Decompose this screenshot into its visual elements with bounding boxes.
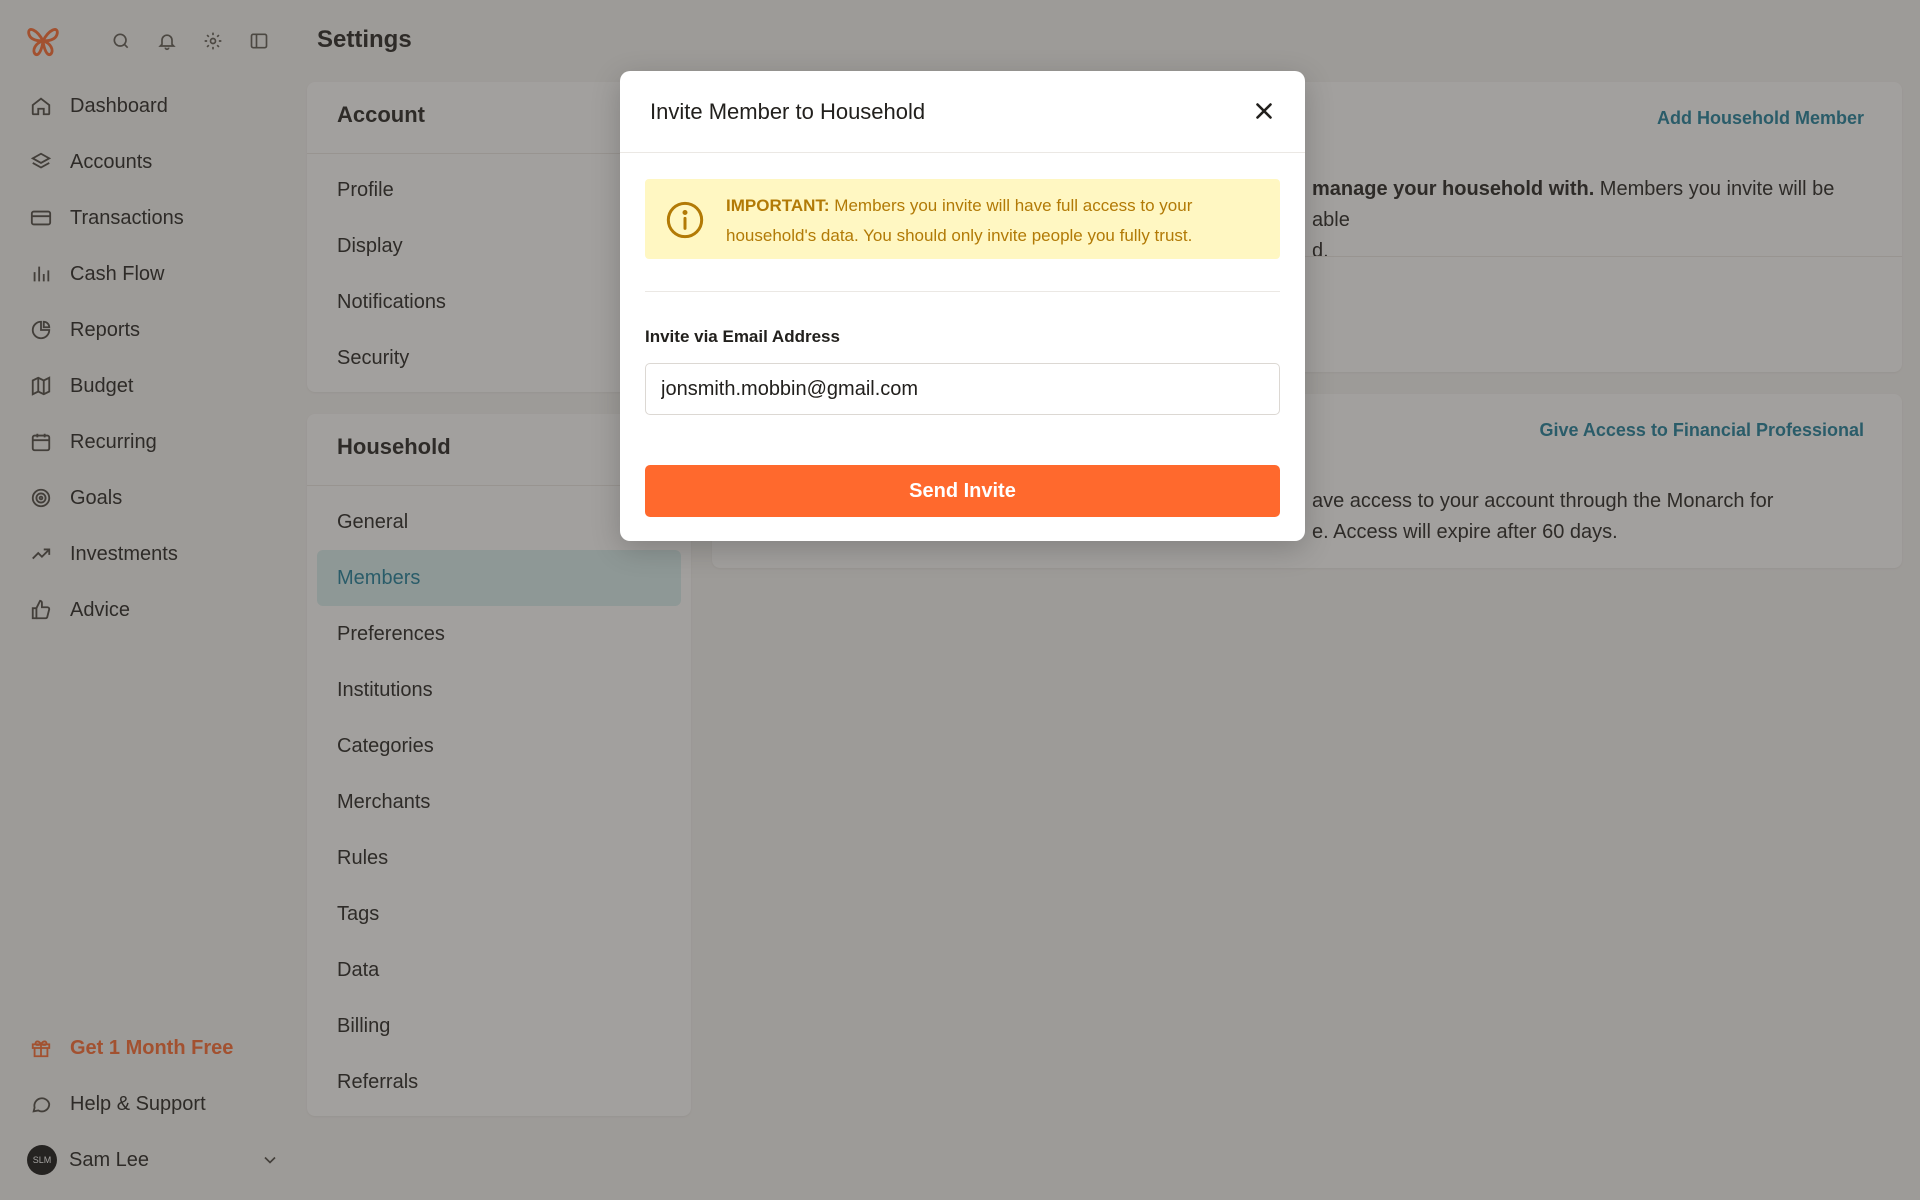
send-invite-button[interactable]: Send Invite: [645, 465, 1280, 517]
modal-title: Invite Member to Household: [650, 99, 926, 124]
email-field-label: Invite via Email Address: [645, 327, 840, 346]
info-circle-icon: [666, 201, 704, 239]
email-field[interactable]: [645, 363, 1280, 415]
modal-divider: [645, 291, 1280, 292]
invite-member-modal: Invite Member to Household IMPORTANT: Me…: [620, 71, 1305, 541]
important-alert: IMPORTANT: Members you invite will have …: [645, 179, 1280, 259]
alert-message: IMPORTANT: Members you invite will have …: [726, 191, 1266, 251]
modal-header: Invite Member to Household: [620, 71, 1305, 153]
close-icon[interactable]: [1251, 98, 1277, 124]
alert-strong: IMPORTANT:: [726, 196, 830, 215]
